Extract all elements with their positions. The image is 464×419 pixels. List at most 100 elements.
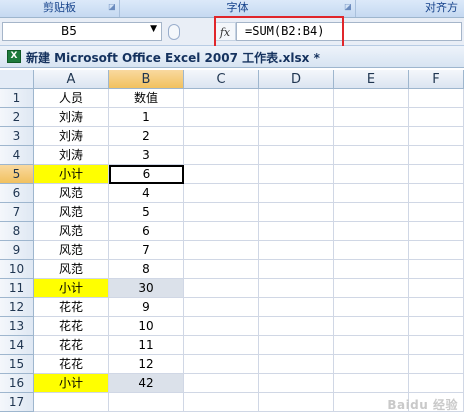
row-header-16[interactable]: 16 — [0, 374, 34, 393]
cell-c9[interactable] — [184, 241, 259, 260]
dialog-launcher-icon[interactable]: ◪ — [108, 3, 116, 11]
cell-c14[interactable] — [184, 336, 259, 355]
cell-e4[interactable] — [334, 146, 409, 165]
cell-f9[interactable] — [409, 241, 464, 260]
cell-f11[interactable] — [409, 279, 464, 298]
row-header-10[interactable]: 10 — [0, 260, 34, 279]
cell-a8[interactable]: 风范 — [34, 222, 109, 241]
cell-d16[interactable] — [259, 374, 334, 393]
cell-e2[interactable] — [334, 108, 409, 127]
cell-f15[interactable] — [409, 355, 464, 374]
cell-d15[interactable] — [259, 355, 334, 374]
cell-a1[interactable]: 人员 — [34, 89, 109, 108]
row-header-12[interactable]: 12 — [0, 298, 34, 317]
row-header-11[interactable]: 11 — [0, 279, 34, 298]
cell-f14[interactable] — [409, 336, 464, 355]
cell-e16[interactable] — [334, 374, 409, 393]
cell-c3[interactable] — [184, 127, 259, 146]
cell-e9[interactable] — [334, 241, 409, 260]
cell-d10[interactable] — [259, 260, 334, 279]
cell-e5[interactable] — [334, 165, 409, 184]
row-header-17[interactable]: 17 — [0, 393, 34, 412]
select-all-corner[interactable] — [0, 70, 34, 89]
cell-a10[interactable]: 风范 — [34, 260, 109, 279]
row-header-1[interactable]: 1 — [0, 89, 34, 108]
cell-d12[interactable] — [259, 298, 334, 317]
row-header-9[interactable]: 9 — [0, 241, 34, 260]
cell-a3[interactable]: 刘涛 — [34, 127, 109, 146]
cell-c4[interactable] — [184, 146, 259, 165]
cell-b7[interactable]: 5 — [109, 203, 184, 222]
row-header-15[interactable]: 15 — [0, 355, 34, 374]
cell-e14[interactable] — [334, 336, 409, 355]
cell-d8[interactable] — [259, 222, 334, 241]
cell-d5[interactable] — [259, 165, 334, 184]
cell-d9[interactable] — [259, 241, 334, 260]
cell-e1[interactable] — [334, 89, 409, 108]
row-header-14[interactable]: 14 — [0, 336, 34, 355]
cell-f12[interactable] — [409, 298, 464, 317]
cell-c8[interactable] — [184, 222, 259, 241]
row-header-2[interactable]: 2 — [0, 108, 34, 127]
row-header-5[interactable]: 5 — [0, 165, 34, 184]
row-header-13[interactable]: 13 — [0, 317, 34, 336]
cell-d2[interactable] — [259, 108, 334, 127]
cell-a14[interactable]: 花花 — [34, 336, 109, 355]
cell-d17[interactable] — [259, 393, 334, 412]
formula-bar-splitter-handle[interactable] — [168, 24, 180, 40]
cell-a2[interactable]: 刘涛 — [34, 108, 109, 127]
cell-f7[interactable] — [409, 203, 464, 222]
cell-a7[interactable]: 风范 — [34, 203, 109, 222]
name-box[interactable]: B5 ▼ — [2, 22, 162, 41]
cell-c1[interactable] — [184, 89, 259, 108]
cell-f6[interactable] — [409, 184, 464, 203]
cell-d3[interactable] — [259, 127, 334, 146]
cell-b11[interactable]: 30 — [109, 279, 184, 298]
cell-b17[interactable] — [109, 393, 184, 412]
cell-c6[interactable] — [184, 184, 259, 203]
cell-a13[interactable]: 花花 — [34, 317, 109, 336]
cell-b8[interactable]: 6 — [109, 222, 184, 241]
cell-e8[interactable] — [334, 222, 409, 241]
row-header-3[interactable]: 3 — [0, 127, 34, 146]
cell-b13[interactable]: 10 — [109, 317, 184, 336]
column-header-a[interactable]: A — [34, 70, 109, 89]
cell-a4[interactable]: 刘涛 — [34, 146, 109, 165]
cell-e15[interactable] — [334, 355, 409, 374]
cell-c16[interactable] — [184, 374, 259, 393]
cell-b16[interactable]: 42 — [109, 374, 184, 393]
column-header-e[interactable]: E — [334, 70, 409, 89]
column-header-d[interactable]: D — [259, 70, 334, 89]
cell-c12[interactable] — [184, 298, 259, 317]
cell-b15[interactable]: 12 — [109, 355, 184, 374]
cell-c15[interactable] — [184, 355, 259, 374]
cell-f4[interactable] — [409, 146, 464, 165]
insert-function-button[interactable]: fx — [214, 22, 236, 41]
cell-f5[interactable] — [409, 165, 464, 184]
cell-a16[interactable]: 小计 — [34, 374, 109, 393]
cell-d11[interactable] — [259, 279, 334, 298]
cell-d6[interactable] — [259, 184, 334, 203]
cell-e13[interactable] — [334, 317, 409, 336]
cell-b14[interactable]: 11 — [109, 336, 184, 355]
cell-f1[interactable] — [409, 89, 464, 108]
cell-d1[interactable] — [259, 89, 334, 108]
column-header-b[interactable]: B — [109, 70, 184, 89]
cell-b1[interactable]: 数值 — [109, 89, 184, 108]
cell-a17[interactable] — [34, 393, 109, 412]
row-header-6[interactable]: 6 — [0, 184, 34, 203]
cell-a9[interactable]: 风范 — [34, 241, 109, 260]
dialog-launcher-icon[interactable]: ◪ — [344, 3, 352, 11]
row-header-7[interactable]: 7 — [0, 203, 34, 222]
row-header-8[interactable]: 8 — [0, 222, 34, 241]
cell-f16[interactable] — [409, 374, 464, 393]
cell-f13[interactable] — [409, 317, 464, 336]
cell-f8[interactable] — [409, 222, 464, 241]
cell-b2[interactable]: 1 — [109, 108, 184, 127]
cell-e10[interactable] — [334, 260, 409, 279]
cell-e12[interactable] — [334, 298, 409, 317]
row-header-4[interactable]: 4 — [0, 146, 34, 165]
cell-b10[interactable]: 8 — [109, 260, 184, 279]
cell-a15[interactable]: 花花 — [34, 355, 109, 374]
cell-b6[interactable]: 4 — [109, 184, 184, 203]
